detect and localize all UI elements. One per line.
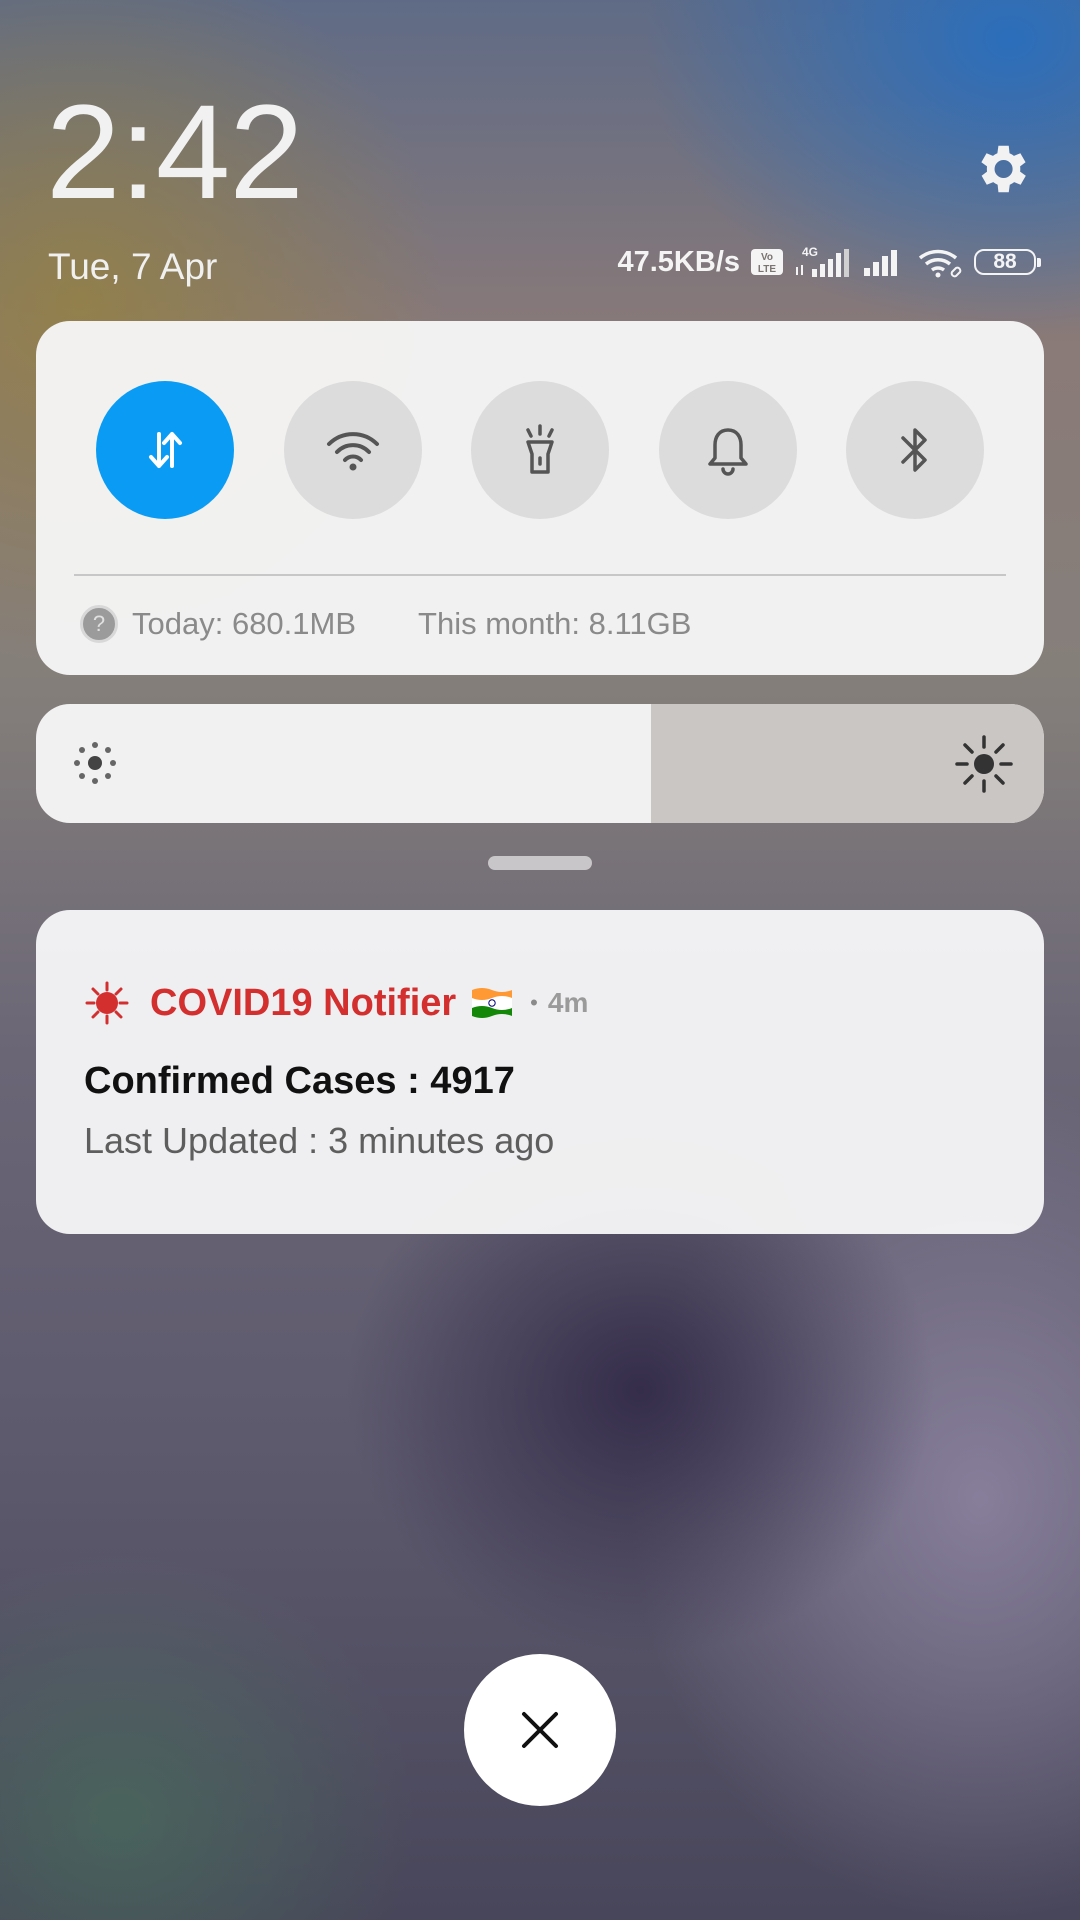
gear-icon[interactable] [970, 138, 1032, 200]
status-bar: 47.5KB/s Vo LTE 4G 88 [617, 245, 1041, 279]
flashlight-icon [526, 424, 554, 474]
date-label: Tue, 7 Apr [48, 246, 218, 287]
notification-app-name: COVID19 Notifier [150, 981, 457, 1024]
svg-text:4G: 4G [802, 245, 818, 259]
clock-time: 2:42 [46, 78, 304, 227]
brightness-slider[interactable] [36, 704, 1044, 823]
signal-icon [864, 250, 897, 276]
mobile-data-icon [149, 432, 182, 468]
notification-time: 4m [547, 987, 589, 1018]
quick-settings-panel: ? Today: 680.1MB This month: 8.11GB [36, 321, 1044, 675]
usage-today: Today: 680.1MB [132, 606, 357, 641]
svg-text:LTE: LTE [758, 264, 776, 275]
wifi-icon [918, 249, 962, 278]
close-icon [522, 1712, 558, 1748]
divider [74, 574, 1006, 576]
notification-title: Confirmed Cases : 4917 [84, 1060, 515, 1102]
flashlight-toggle[interactable] [471, 381, 609, 519]
mobile-data-toggle[interactable] [96, 381, 234, 519]
network-speed: 47.5KB/s [617, 245, 740, 278]
battery-level: 88 [993, 250, 1017, 273]
svg-text:Vo: Vo [761, 252, 773, 263]
data-usage[interactable]: ? Today: 680.1MB This month: 8.11GB [80, 605, 691, 643]
virus-icon [85, 981, 129, 1025]
notification-text: Last Updated : 3 minutes ago [84, 1120, 555, 1161]
wifi-toggle[interactable] [283, 381, 422, 519]
panel-drag-handle[interactable] [488, 856, 592, 870]
brightness-high-icon [955, 735, 1013, 793]
signal-4g-icon: 4G [796, 245, 849, 277]
notification-header: COVID19 Notifier • 4m [84, 980, 588, 1026]
bluetooth-icon [901, 428, 927, 472]
quick-toggles [96, 381, 984, 519]
bell-icon [707, 428, 748, 476]
clear-notifications-button[interactable] [464, 1654, 616, 1806]
battery-icon: 88 [974, 249, 1041, 275]
brightness-low-icon [74, 742, 116, 784]
bluetooth-toggle[interactable] [846, 381, 984, 519]
notification-card[interactable]: COVID19 Notifier • 4m Confirmed Cases : … [36, 910, 1044, 1234]
header-separator: • [530, 990, 538, 1015]
sound-toggle[interactable] [658, 381, 797, 519]
volte-icon: Vo LTE [751, 249, 783, 275]
wifi-icon [326, 432, 379, 471]
india-flag-icon [472, 988, 513, 1018]
usage-month: This month: 8.11GB [418, 606, 692, 641]
help-icon[interactable]: ? [80, 605, 118, 643]
